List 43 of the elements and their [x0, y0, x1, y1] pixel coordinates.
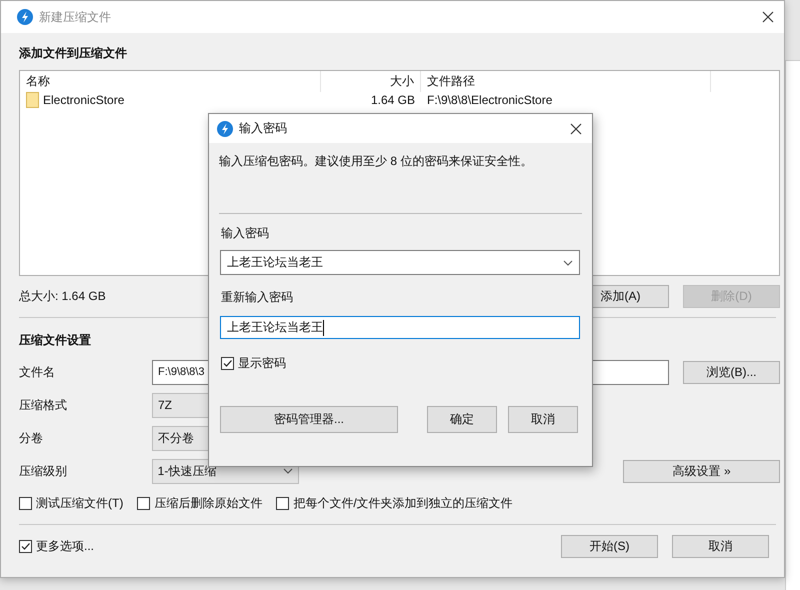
table-cell: F:\9\8\8\ElectronicStore	[427, 93, 552, 107]
checkbox[interactable]	[221, 357, 234, 370]
column-header[interactable]: 大小	[321, 71, 421, 92]
checkbox-label[interactable]: 测试压缩文件(T)	[36, 494, 124, 512]
section-title: 压缩文件设置	[19, 332, 92, 349]
browse-button[interactable]: 浏览(B)...	[683, 360, 780, 384]
close-icon[interactable]	[570, 122, 582, 134]
start-button[interactable]: 开始(S)	[561, 535, 658, 558]
caret-icon	[563, 260, 573, 266]
folder-icon	[26, 92, 39, 108]
total-size: 总大小: 1.64 GB	[19, 288, 106, 302]
password-manager-button[interactable]: 密码管理器...	[220, 406, 398, 433]
caret-icon	[283, 468, 294, 474]
dialog-title: 输入密码	[239, 120, 288, 137]
column-header[interactable]: 文件路径	[421, 71, 711, 92]
field-label: 压缩级别	[19, 464, 67, 478]
checkbox-label[interactable]: 显示密码	[238, 355, 286, 372]
checkbox-label[interactable]: 压缩后删除原始文件	[154, 494, 262, 512]
checkbox[interactable]	[276, 496, 290, 510]
password-field[interactable]: 上老王论坛当老王	[220, 250, 580, 275]
checkbox-label[interactable]: 更多选项...	[36, 538, 94, 555]
app-icon	[17, 9, 33, 25]
checkbox[interactable]	[19, 496, 32, 510]
description: 输入压缩包密码。建议使用至少 8 位的密码来保证安全性。	[219, 154, 532, 168]
advanced-settings-button[interactable]: 高级设置 »	[623, 460, 780, 482]
checkbox-label[interactable]: 把每个文件/文件夹添加到独立的压缩文件	[293, 494, 513, 512]
table-cell: ElectronicStore	[43, 93, 124, 107]
app-icon	[217, 120, 233, 136]
confirm-password-field[interactable]: 上老王论坛当老王	[220, 316, 580, 339]
checkbox[interactable]	[137, 496, 150, 510]
field-label: 输入密码	[221, 225, 270, 242]
field-label: 压缩格式	[19, 398, 67, 412]
table-cell: 1.64 GB	[370, 93, 415, 107]
cancel-button[interactable]: 取消	[508, 406, 578, 433]
close-icon[interactable]	[762, 11, 774, 23]
field-label: 重新输入密码	[221, 289, 294, 306]
checkbox[interactable]	[19, 540, 32, 553]
section-title: 添加文件到压缩文件	[19, 45, 128, 62]
window-title: 新建压缩文件	[39, 8, 112, 26]
cancel-button[interactable]: 取消	[672, 535, 769, 558]
ok-button[interactable]: 确定	[427, 406, 497, 433]
field-label: 分卷	[19, 430, 43, 444]
field-label: 文件名	[19, 364, 55, 378]
